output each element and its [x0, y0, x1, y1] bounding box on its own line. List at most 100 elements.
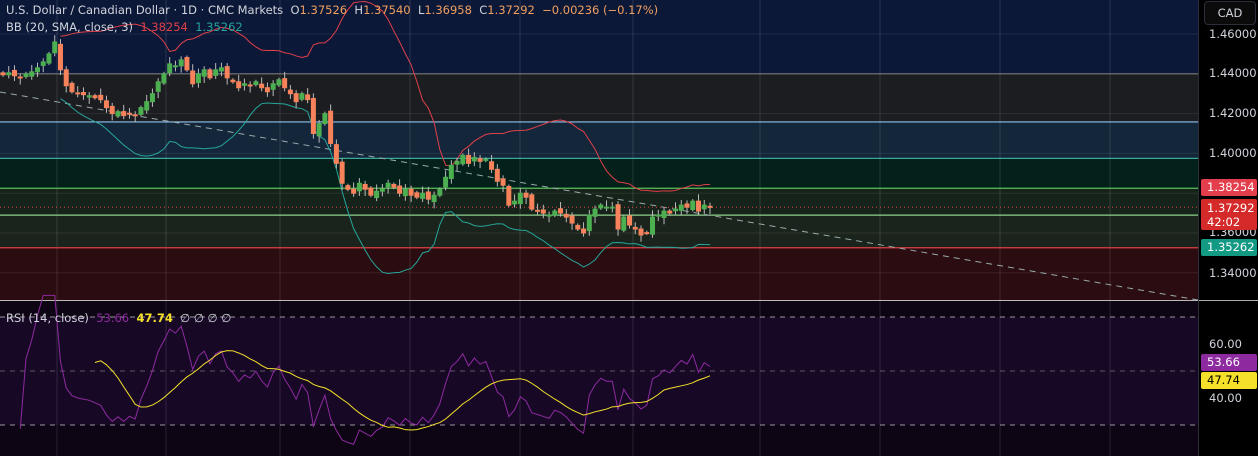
candle [6, 72, 12, 76]
candle [299, 93, 305, 100]
candle [11, 69, 17, 77]
candle [80, 92, 86, 96]
candle [75, 92, 81, 95]
bb-upper-tag: 1.38254 [1201, 179, 1257, 196]
symbol-legend: U.S. Dollar / Canadian Dollar · 1D · CMC… [6, 3, 658, 17]
bb-label: BB (20, SMA, close, 3) [6, 20, 133, 34]
candle [437, 188, 443, 196]
candle [69, 82, 75, 93]
candle [379, 188, 385, 192]
candle [23, 73, 29, 78]
candle [684, 203, 690, 208]
low-value: 1.36958 [424, 3, 472, 17]
rsi-ma-tag: 47.74 [1201, 372, 1257, 389]
high-value: 1.37540 [363, 3, 411, 17]
candle [402, 188, 408, 197]
candle [57, 43, 63, 71]
candle [408, 188, 414, 196]
candle [98, 94, 104, 101]
zone-band [0, 215, 1198, 248]
candle [184, 56, 190, 71]
candle [644, 232, 650, 235]
rsi-band [0, 317, 1198, 425]
rsi-legend[interactable]: RSI (14, close) 53.66 47.74 ∅ ∅ ∅ ∅ [6, 311, 231, 325]
candle [322, 113, 328, 125]
rsi-value: 53.66 [96, 311, 130, 325]
candle [213, 69, 219, 76]
bar-countdown: 42:02 [1207, 215, 1241, 229]
candle [512, 200, 518, 205]
candle [264, 87, 270, 93]
candle [0, 72, 6, 76]
candle [696, 200, 702, 212]
candle [103, 100, 109, 109]
price-tick: 1.46000 [1209, 27, 1257, 41]
candle [563, 213, 569, 218]
candle [448, 164, 454, 179]
price-axis[interactable]: CAD 1.46000 1.44000 1.42000 1.40000 1.36… [1198, 0, 1258, 456]
price-tick: 1.34000 [1209, 266, 1257, 280]
open-label: O [290, 3, 300, 17]
candle [627, 215, 633, 226]
currency-button[interactable]: CAD [1204, 1, 1256, 25]
candle [517, 192, 523, 205]
empty-value: ∅ [193, 311, 204, 325]
candle [86, 95, 92, 98]
candle [615, 204, 621, 230]
price-chart[interactable] [0, 0, 1198, 456]
price-tick: 1.44000 [1209, 66, 1257, 80]
candle [178, 59, 184, 67]
candle [581, 228, 587, 234]
candle [483, 158, 489, 161]
candle [310, 97, 316, 134]
last-price: 1.37292 [1207, 201, 1255, 215]
candle [477, 158, 483, 162]
candle [224, 66, 230, 79]
candle [132, 114, 138, 117]
empty-value: ∅ [180, 311, 191, 325]
candle [586, 214, 592, 232]
close-value: 1.37292 [487, 3, 535, 17]
candle [529, 194, 535, 210]
rsi-tick: 60.00 [1209, 337, 1242, 351]
candle [138, 107, 144, 115]
candle [46, 53, 52, 64]
candle [195, 73, 201, 84]
candle [368, 187, 374, 196]
candle [52, 41, 58, 54]
candle [241, 83, 247, 86]
candle [270, 83, 276, 90]
rsi-ma-value: 47.74 [136, 311, 173, 325]
rsi-label: RSI (14, close) [6, 311, 89, 325]
candle [506, 185, 512, 206]
change-value: −0.00236 (−0.17%) [542, 3, 659, 17]
candle [201, 69, 207, 77]
zone-band [0, 73, 1198, 122]
candle [155, 81, 161, 92]
candle [328, 110, 334, 144]
last-price-tag: 1.37292 42:02 [1201, 199, 1257, 230]
candle [638, 228, 644, 236]
candle [63, 69, 69, 87]
candle [443, 176, 449, 188]
candle [420, 192, 426, 199]
candle [126, 112, 132, 115]
candle [34, 67, 40, 73]
candle [609, 206, 615, 209]
candle [701, 204, 707, 210]
candle [535, 209, 541, 212]
bb-legend[interactable]: BB (20, SMA, close, 3) 1.38254 1.35262 [6, 20, 243, 34]
bb-lower-tag: 1.35262 [1201, 239, 1257, 256]
candle [282, 78, 288, 89]
candle [40, 61, 46, 66]
candle [540, 209, 546, 214]
candle [552, 210, 558, 216]
candle [161, 73, 167, 84]
candle [172, 65, 178, 68]
candle [707, 205, 713, 208]
candle [144, 101, 150, 111]
candle [632, 226, 638, 230]
candle [293, 93, 299, 103]
symbol-title[interactable]: U.S. Dollar / Canadian Dollar · 1D · CMC… [6, 3, 283, 17]
candle [351, 188, 357, 194]
